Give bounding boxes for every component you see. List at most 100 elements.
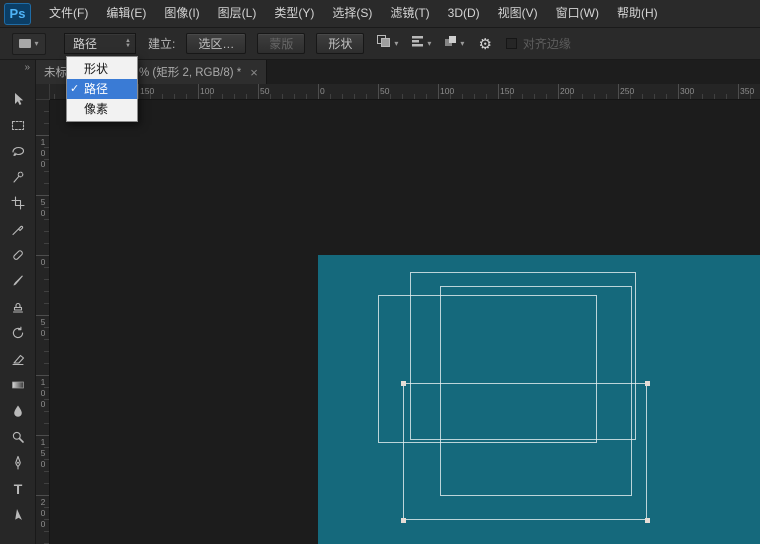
menubar-item[interactable]: 窗口(W)	[547, 0, 608, 27]
align-edges-label: 对齐边缘	[523, 35, 571, 52]
photoshop-window: Ps 文件(F)编辑(E)图像(I)图层(L)类型(Y)选择(S)滤镜(T)3D…	[0, 0, 760, 544]
make-mask-button[interactable]: 蒙版	[257, 33, 305, 54]
tool-list: T	[0, 86, 35, 528]
type-tool-icon: T	[14, 481, 23, 497]
path-arrangement-button[interactable]: ▾	[443, 34, 464, 53]
mode-menu-item[interactable]: 像素	[67, 99, 137, 119]
ruler-label: 0	[38, 257, 48, 268]
path-alignment-icon	[410, 34, 425, 54]
mode-menu-item-label: 路径	[84, 82, 108, 96]
rectangle-tool-icon	[19, 39, 31, 48]
ruler-label: 100	[200, 86, 214, 96]
ruler-label: 50	[260, 86, 269, 96]
tools-panel: » T	[0, 60, 36, 544]
anchor-point[interactable]	[645, 381, 650, 386]
mode-menu-item[interactable]: ✓ 路径	[67, 79, 137, 99]
type-tool[interactable]: T	[0, 476, 36, 502]
healing-brush-tool[interactable]	[0, 242, 36, 268]
tool-mode-select[interactable]: 路径 ▲▼	[64, 33, 136, 54]
ruler-label: 300	[680, 86, 694, 96]
ruler-label: 150	[500, 86, 514, 96]
tab-title-fragment: 未标	[44, 64, 67, 80]
vertical-ruler[interactable]: 100 50 0 50 100 150 200	[36, 100, 50, 544]
gear-icon: ⚙	[478, 35, 491, 53]
ruler-label: 50	[38, 197, 48, 219]
selected-path-rectangle[interactable]	[403, 383, 647, 520]
marquee-tool[interactable]	[0, 112, 36, 138]
ruler-label: 50	[38, 317, 48, 339]
make-selection-button[interactable]: 选区…	[186, 33, 246, 54]
eraser-tool[interactable]	[0, 346, 36, 372]
crop-tool[interactable]	[0, 190, 36, 216]
menubar-item[interactable]: 文件(F)	[40, 0, 97, 27]
menubar-item[interactable]: 帮助(H)	[608, 0, 667, 27]
toolbar-collapse-button[interactable]: »	[0, 60, 35, 74]
menubar-item[interactable]: 图层(L)	[209, 0, 266, 27]
ruler-label: 200	[38, 497, 48, 530]
tab-title-fragment: % (矩形 2, RGB/8) *	[139, 64, 241, 80]
mode-menu-item[interactable]: 形状	[67, 59, 137, 79]
ruler-label: 200	[560, 86, 574, 96]
caret-down-icon: ▾	[460, 40, 464, 48]
path-selection-tool[interactable]	[0, 502, 36, 528]
path-operations-icon	[376, 34, 392, 54]
ruler-label: 50	[380, 86, 389, 96]
ruler-label: 150	[140, 86, 154, 96]
ruler-label: 100	[38, 137, 48, 170]
document-tab-bar: 未标 % (矩形 2, RGB/8) * ×	[36, 60, 760, 84]
menubar-item[interactable]: 编辑(E)	[97, 0, 155, 27]
tab-close-button[interactable]: ×	[250, 65, 258, 80]
ruler-label: 100	[440, 86, 454, 96]
menubar-item[interactable]: 选择(S)	[323, 0, 381, 27]
menubar-item[interactable]: 滤镜(T)	[381, 0, 438, 27]
clone-stamp-tool[interactable]	[0, 294, 36, 320]
path-operations-button[interactable]: ▾	[376, 34, 398, 54]
tool-preset-picker[interactable]: ▾	[12, 33, 46, 55]
ruler-label: 0	[320, 86, 325, 96]
menubar-item[interactable]: 类型(Y)	[265, 0, 323, 27]
make-shape-button[interactable]: 形状	[316, 33, 364, 54]
ruler-label: 150	[38, 437, 48, 470]
ruler-label: 350	[740, 86, 754, 96]
gradient-tool[interactable]	[0, 372, 36, 398]
geometry-options-button[interactable]: ⚙	[478, 35, 491, 53]
anchor-point[interactable]	[645, 518, 650, 523]
quick-selection-tool[interactable]	[0, 164, 36, 190]
align-edges-checkbox[interactable]	[506, 38, 517, 49]
dodge-tool[interactable]	[0, 424, 36, 450]
horizontal-ruler[interactable]: 150 100 50 0 50 100 150 200 250 300 350	[50, 84, 760, 100]
ruler-label: 250	[620, 86, 634, 96]
make-label: 建立:	[148, 35, 175, 52]
mode-menu-item-label: 形状	[84, 62, 108, 76]
anchor-point[interactable]	[401, 381, 406, 386]
history-brush-tool[interactable]	[0, 320, 36, 346]
menu-bar: Ps 文件(F)编辑(E)图像(I)图层(L)类型(Y)选择(S)滤镜(T)3D…	[0, 0, 760, 28]
caret-down-icon: ▾	[427, 40, 431, 48]
brush-tool[interactable]	[0, 268, 36, 294]
select-arrows-icon: ▲▼	[125, 39, 131, 49]
blur-tool[interactable]	[0, 398, 36, 424]
path-arrangement-icon	[443, 34, 458, 53]
eyedropper-tool[interactable]	[0, 216, 36, 242]
pen-tool[interactable]	[0, 450, 36, 476]
tool-mode-dropdown-menu: 形状 ✓ 路径像素	[66, 56, 138, 122]
app-logo-icon: Ps	[4, 3, 31, 25]
mode-menu-item-label: 像素	[84, 102, 108, 116]
menubar-item[interactable]: 3D(D)	[439, 0, 489, 27]
path-alignment-button[interactable]: ▾	[410, 34, 431, 54]
anchor-point[interactable]	[401, 518, 406, 523]
lasso-tool[interactable]	[0, 138, 36, 164]
tool-mode-value: 路径	[73, 35, 97, 52]
move-tool[interactable]	[0, 86, 36, 112]
menu-items: 文件(F)编辑(E)图像(I)图层(L)类型(Y)选择(S)滤镜(T)3D(D)…	[40, 0, 667, 27]
align-edges-option: 对齐边缘	[506, 35, 571, 52]
ruler-label: 100	[38, 377, 48, 410]
canvas-pasteboard[interactable]	[50, 100, 760, 544]
ruler-origin-corner[interactable]	[36, 84, 50, 100]
caret-down-icon: ▾	[394, 40, 398, 48]
menubar-item[interactable]: 视图(V)	[489, 0, 547, 27]
menubar-item[interactable]: 图像(I)	[155, 0, 208, 27]
caret-down-icon: ▾	[34, 40, 38, 48]
document-canvas[interactable]	[318, 255, 760, 544]
checkmark-icon: ✓	[70, 79, 79, 99]
